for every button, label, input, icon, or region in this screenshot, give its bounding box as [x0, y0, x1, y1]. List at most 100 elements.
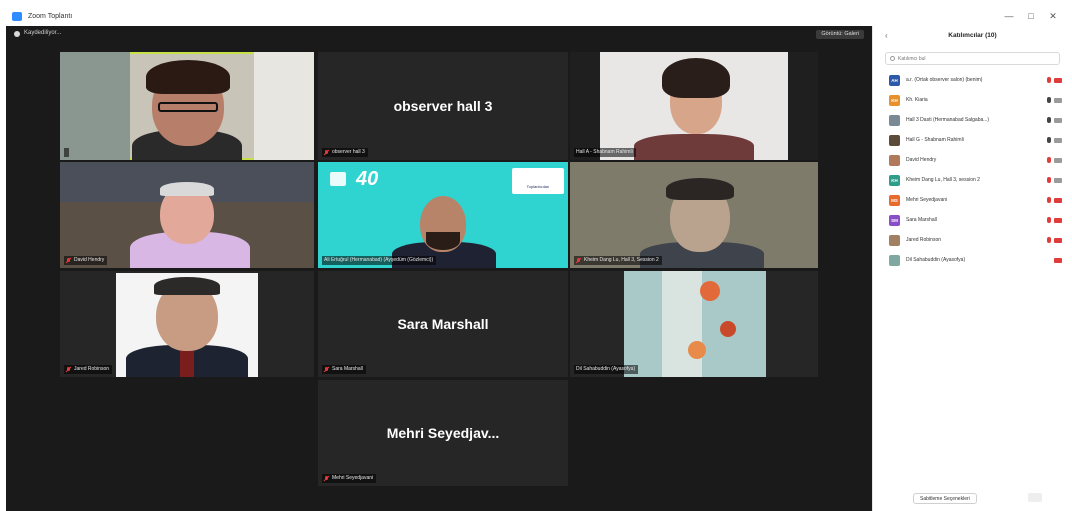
- participant-item[interactable]: Hall G - Shabnam Rahimli: [873, 130, 1072, 150]
- participant-name: Sara Marshall: [906, 217, 937, 223]
- participant-name: Dil Sahabuddin (Ayasofya): [906, 257, 966, 263]
- minimize-icon[interactable]: —: [998, 11, 1020, 21]
- avatar: MS: [889, 194, 900, 206]
- flower-accent: [700, 281, 720, 301]
- participant-item[interactable]: Hall 3 Dasti (Hermanabad Salgaba...): [873, 110, 1072, 130]
- participant-item[interactable]: KH Kheim Dang Lu, Hall 3, session 2: [873, 170, 1072, 190]
- video-off-icon[interactable]: [1054, 77, 1062, 83]
- video-off-icon[interactable]: [1054, 217, 1062, 223]
- mic-muted-icon: [576, 257, 581, 264]
- video-on-icon[interactable]: [1054, 177, 1062, 183]
- participant-item[interactable]: SM Sara Marshall: [873, 210, 1072, 230]
- video-tile[interactable]: [60, 52, 314, 160]
- video-tile[interactable]: Dil Sahabuddin (Ayasofya): [570, 271, 818, 377]
- participant-beard: [426, 232, 460, 250]
- video-on-icon[interactable]: [1054, 117, 1062, 123]
- participant-item[interactable]: Jared Robinson: [873, 230, 1072, 250]
- video-tile[interactable]: David Hendry: [60, 162, 314, 268]
- mic-muted-icon: [324, 475, 329, 482]
- video-off-icon[interactable]: [1054, 257, 1062, 263]
- video-off-icon[interactable]: [1054, 197, 1062, 203]
- participant-name-label: observer hall 3: [322, 148, 368, 157]
- search-box[interactable]: [885, 52, 1060, 65]
- participant-name-label: [64, 148, 69, 157]
- avatar: KH: [889, 94, 900, 106]
- video-tile[interactable]: Sara Marshall Sara Marshall: [318, 271, 568, 377]
- avatar: KH: [889, 174, 900, 186]
- video-on-icon[interactable]: [1054, 137, 1062, 143]
- mic-muted-icon[interactable]: [1047, 197, 1051, 203]
- view-button[interactable]: Görüntü: Galeri: [816, 30, 864, 39]
- participant-hair: [154, 277, 220, 295]
- participant-name: Hall G - Shabnam Rahimli: [906, 137, 964, 143]
- mic-muted-icon[interactable]: [1047, 237, 1051, 243]
- mic-muted-icon[interactable]: [1047, 177, 1051, 183]
- participant-name-label: Hall A - Shabnam Rahimli: [574, 148, 636, 157]
- recording-dot-icon: [14, 31, 20, 37]
- participant-hair: [666, 178, 734, 200]
- avatar: AH: [889, 74, 900, 86]
- participant-name: Jared Robinson: [906, 237, 942, 243]
- participant-name: Hall 3 Dasti (Hermanabad Salgaba...): [906, 117, 990, 123]
- participant-name-label: Kheim Dang Lu, Hall 3, Session 2: [574, 256, 662, 265]
- window-title: Zoom Toplantı: [28, 12, 73, 20]
- avatar: SM: [889, 214, 900, 226]
- mic-muted-icon[interactable]: [1047, 157, 1051, 163]
- video-off-icon[interactable]: [1054, 237, 1062, 243]
- participant-hair: [662, 58, 730, 98]
- video-tile[interactable]: Jared Robinson: [60, 271, 314, 377]
- more-options-button[interactable]: [1028, 493, 1042, 502]
- sponsor-badge: Toplantıcıları: [512, 168, 564, 194]
- mic-muted-icon[interactable]: [1047, 217, 1051, 223]
- video-tile[interactable]: Hall A - Shabnam Rahimli: [570, 52, 818, 160]
- participant-list: AH a.r. (Ortak observer salon) (benim) K…: [873, 70, 1072, 270]
- participant-hair: [146, 60, 230, 94]
- close-icon[interactable]: ✕: [1042, 11, 1064, 22]
- participant-item[interactable]: AH a.r. (Ortak observer salon) (benim): [873, 70, 1072, 90]
- video-tile[interactable]: 40 Toplantıcıları Ali Ertuğrul (Hermanab…: [318, 162, 568, 268]
- participant-item[interactable]: KH Kh. Kiaria: [873, 90, 1072, 110]
- mic-muted-icon[interactable]: [1047, 77, 1051, 83]
- participant-name-label: Mehri Seyedjavani: [322, 474, 377, 483]
- mic-on-icon[interactable]: [1047, 137, 1051, 143]
- video-on-icon[interactable]: [1054, 97, 1062, 103]
- participant-name-label: David Hendry: [64, 256, 108, 265]
- avatar: [889, 134, 900, 146]
- participant-item[interactable]: David Hendry: [873, 150, 1072, 170]
- flower-image-detail: [662, 271, 702, 377]
- avatar: [889, 114, 900, 126]
- participant-name: a.r. (Ortak observer salon) (benim): [906, 77, 983, 83]
- video-gallery: Kaydediliyor... Görüntü: Galeri observer…: [6, 26, 872, 511]
- mic-on-icon[interactable]: [1047, 117, 1051, 123]
- participant-body: [634, 134, 754, 160]
- search-icon: [890, 56, 895, 61]
- participant-name-label: Jared Robinson: [64, 365, 113, 374]
- mic-muted-icon: [66, 366, 71, 373]
- anniversary-logo: 40: [356, 168, 379, 190]
- pin-options-button[interactable]: Sabitleme Seçenekleri: [913, 493, 977, 504]
- participant-item[interactable]: Dil Sahabuddin (Ayasofya): [873, 250, 1072, 270]
- participant-item[interactable]: MS Mehri Seyedjavani: [873, 190, 1072, 210]
- participant-display-name: Sara Marshall: [397, 316, 489, 332]
- participant-hair: [160, 182, 214, 196]
- mic-muted-icon: [66, 257, 71, 264]
- participant-name: Kh. Kiaria: [906, 97, 928, 103]
- participant-name: Mehri Seyedjavani: [906, 197, 948, 203]
- panel-header: ‹ Katılımcılar (10): [873, 26, 1072, 46]
- participant-tie: [180, 349, 194, 377]
- maximize-icon[interactable]: □: [1020, 11, 1042, 21]
- participant-name: David Hendry: [906, 157, 937, 163]
- video-background: [60, 52, 130, 160]
- mic-on-icon[interactable]: [1047, 97, 1051, 103]
- event-logo: [330, 172, 346, 186]
- video-tile[interactable]: observer hall 3 observer hall 3: [318, 52, 568, 160]
- participant-name-label: Dil Sahabuddin (Ayasofya): [574, 365, 639, 374]
- video-on-icon[interactable]: [1054, 157, 1062, 163]
- search-input[interactable]: [898, 55, 1058, 62]
- flower-accent: [720, 321, 736, 337]
- video-background: [254, 52, 314, 160]
- video-tile[interactable]: Mehri Seyedjav... Mehri Seyedjavani: [318, 380, 568, 486]
- participant-name-label: Sara Marshall: [322, 365, 366, 374]
- window-controls: — □ ✕: [998, 8, 1064, 24]
- video-tile[interactable]: Kheim Dang Lu, Hall 3, Session 2: [570, 162, 818, 268]
